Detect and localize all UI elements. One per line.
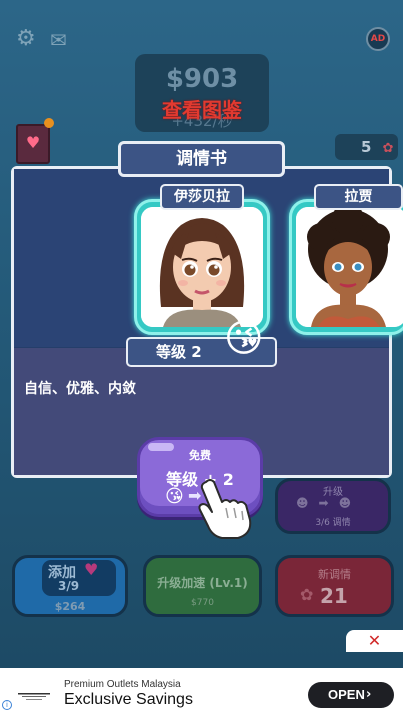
view-album-link[interactable]: 查看图鉴 xyxy=(135,94,269,123)
notification-dot xyxy=(44,118,54,128)
new-flirt-count: 21 xyxy=(320,584,348,608)
kiss-emoji-icon: 😘 xyxy=(224,316,264,360)
tutorial-hand-pointer-icon xyxy=(192,478,256,544)
kiss-count: 5 xyxy=(361,138,372,156)
ad-subtitle: Premium Outlets Malaysia xyxy=(64,679,181,690)
character-portrait-isabella xyxy=(141,207,263,327)
gear-icon[interactable]: ⚙ xyxy=(16,28,36,50)
character-traits: 自信、优雅、内敛 xyxy=(24,381,136,397)
free-label: 免费 xyxy=(189,449,211,462)
new-flirt-label: 新调情 xyxy=(318,568,351,581)
close-ad-button[interactable]: ✕ xyxy=(346,630,403,652)
rose-icon: ✿ xyxy=(382,141,394,156)
mail-icon[interactable]: ✉ xyxy=(50,29,67,51)
upgrade-progress: 3/6 调情 xyxy=(315,518,351,528)
heart-icon: ♥ xyxy=(84,560,99,579)
panel-title: 调情书 xyxy=(118,141,285,177)
character-name-raja: 拉贾 xyxy=(314,184,403,210)
money-amount: $903 xyxy=(165,64,239,94)
ad-open-button[interactable]: OPEN xyxy=(308,682,394,708)
speed-upgrade-label: 升级加速 (Lv.1) xyxy=(157,576,248,590)
character-name-isabella: 伊莎贝拉 xyxy=(160,184,244,210)
upgrade-emoji-icons: ☻➡☻ xyxy=(296,496,362,510)
ad-info-icon[interactable]: i xyxy=(2,700,12,710)
ad-icon[interactable]: AD xyxy=(366,27,390,51)
chevron-right-icon: › xyxy=(366,687,372,702)
character-portrait-raja xyxy=(296,207,403,327)
ad-logo xyxy=(14,684,54,706)
kiss-emoji-icon: 😘 xyxy=(165,486,184,507)
kiss-counter: 5 ✿ xyxy=(335,134,398,160)
add-progress: 3/9 xyxy=(58,579,80,593)
add-cost: $264 xyxy=(54,600,86,613)
speed-upgrade-cost: $770 xyxy=(191,598,214,608)
ad-headline: Exclusive Savings xyxy=(64,691,193,708)
book-icon[interactable]: ♥ xyxy=(16,124,50,164)
rose-icon: ✿ xyxy=(300,585,314,604)
